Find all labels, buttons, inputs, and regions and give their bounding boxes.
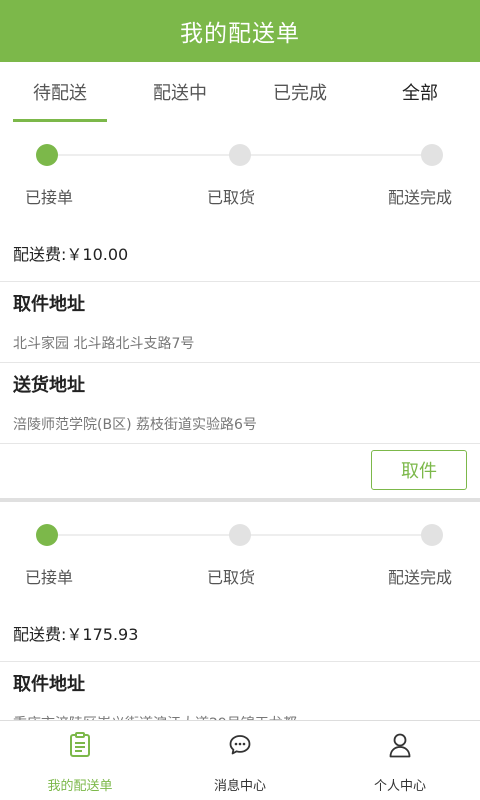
delivery-address: 涪陵师范学院(B区) 荔枝街道实验路6号 [0, 405, 480, 444]
step-label-accepted: 已接单 [25, 568, 74, 587]
step-dot-accepted [36, 524, 58, 546]
pickup-address: 重庆市涪陵区崇义街道滨江大道29号锦天龙都 [0, 704, 480, 720]
step-dot-picked-up [229, 144, 251, 166]
bottom-nav: 我的配送单 消息中心 个人中心 [0, 720, 480, 800]
status-tabs: 待配送 配送中 已完成 全部 [0, 62, 480, 122]
pickup-address-title: 取件地址 [13, 674, 85, 695]
nav-my-orders[interactable]: 我的配送单 [0, 721, 160, 800]
order-card[interactable]: 已接单 已取货 配送完成 配送费: ￥10.00 取件地址 北斗家园 北斗路北斗支… [0, 122, 480, 502]
delivery-fee: 配送费: ￥175.93 [0, 592, 480, 662]
tab-label: 全部 [402, 83, 438, 104]
tab-label: 待配送 [33, 83, 87, 104]
step-dot-accepted [36, 144, 58, 166]
tab-label: 已完成 [273, 83, 327, 104]
fee-label: 配送费: [13, 245, 67, 264]
fee-label: 配送费: [13, 625, 67, 644]
tab-pending[interactable]: 待配送 [0, 62, 120, 122]
step-dot-picked-up [229, 524, 251, 546]
step-label-accepted: 已接单 [25, 188, 74, 207]
fee-value: ￥10.00 [66, 245, 129, 264]
fee-value: ￥175.93 [66, 625, 139, 644]
step-label-picked-up: 已取货 [207, 188, 256, 207]
person-icon [386, 731, 414, 759]
order-list[interactable]: 已接单 已取货 配送完成 配送费: ￥10.00 取件地址 北斗家园 北斗路北斗支… [0, 122, 480, 720]
order-card[interactable]: 已接单 已取货 配送完成 配送费:￥175.93 取件地址 重庆市涪陵区崇义街道… [0, 502, 480, 720]
step-label-delivered: 配送完成 [388, 568, 453, 587]
order-progress: 已接单 已取货 配送完成 [0, 502, 480, 592]
order-actions: 取件 [0, 444, 480, 498]
step-dot-delivered [421, 524, 443, 546]
step-label-delivered: 配送完成 [388, 188, 453, 207]
pickup-address-title: 取件地址 [13, 294, 85, 315]
tab-label: 配送中 [153, 83, 207, 104]
clipboard-icon [66, 731, 94, 759]
page-title: 我的配送单 [180, 21, 300, 47]
pickup-button[interactable]: 取件 [371, 450, 467, 490]
nav-profile[interactable]: 个人中心 [320, 721, 480, 800]
order-progress: 已接单 已取货 配送完成 [0, 122, 480, 212]
delivery-fee: 配送费: ￥10.00 [0, 212, 480, 282]
nav-messages[interactable]: 消息中心 [160, 721, 320, 800]
nav-label: 我的配送单 [47, 779, 113, 794]
tab-all[interactable]: 全部 [360, 62, 480, 122]
app-header: 我的配送单 [0, 0, 480, 62]
step-label-picked-up: 已取货 [207, 568, 256, 587]
tab-delivering[interactable]: 配送中 [120, 62, 240, 122]
pickup-address: 北斗家园 北斗路北斗支路7号 [0, 324, 480, 363]
nav-label: 个人中心 [373, 779, 426, 794]
tab-completed[interactable]: 已完成 [240, 62, 360, 122]
nav-label: 消息中心 [213, 779, 266, 794]
delivery-address-title: 送货地址 [13, 375, 85, 396]
step-dot-delivered [421, 144, 443, 166]
chat-bubble-icon [226, 731, 254, 759]
